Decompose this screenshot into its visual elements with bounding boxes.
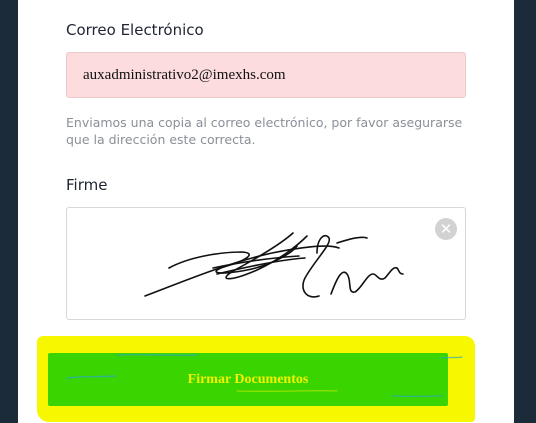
- signature-label: Firme: [66, 176, 108, 194]
- close-icon: ✕: [439, 220, 453, 238]
- clear-signature-icon[interactable]: ✕: [435, 218, 457, 240]
- email-label: Correo Electrónico: [66, 21, 204, 39]
- signature-drawing: [144, 232, 404, 298]
- email-value: auxadministrativo2@imexhs.com: [83, 66, 286, 83]
- email-help-text: Enviamos una copia al correo electrónico…: [66, 115, 463, 147]
- email-field[interactable]: auxadministrativo2@imexhs.com: [66, 52, 466, 98]
- sign-documents-button[interactable]: Firmar Documentos: [48, 353, 448, 406]
- signature-pad[interactable]: ✕: [66, 207, 466, 320]
- sign-documents-label: Firmar Documentos: [187, 371, 309, 387]
